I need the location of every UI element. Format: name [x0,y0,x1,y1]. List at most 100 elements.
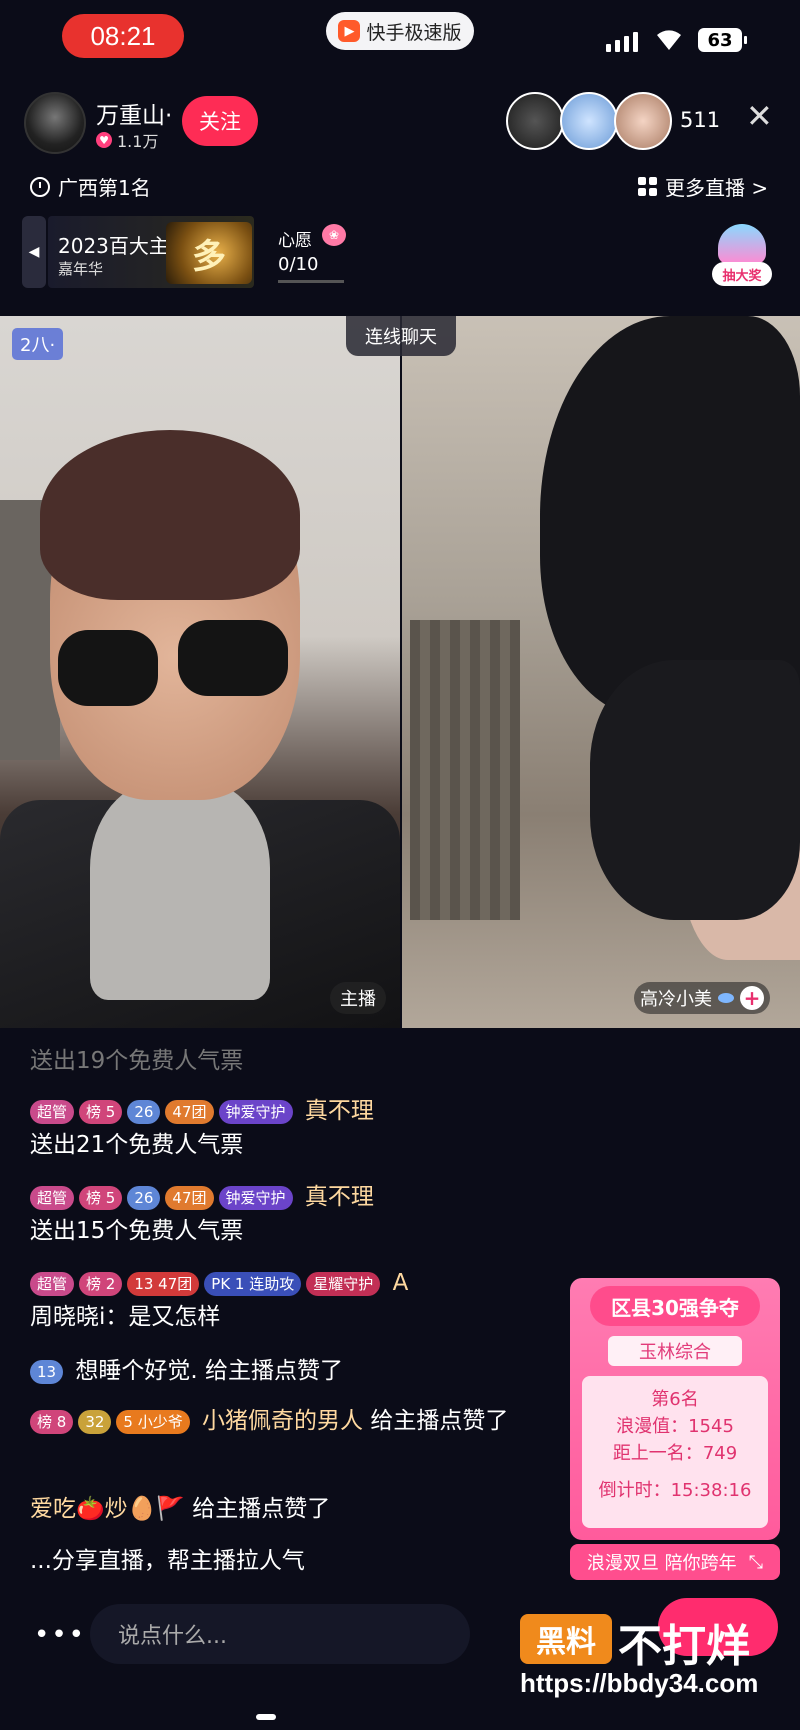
host-likes-count: 1.1万 [117,132,159,151]
level-badge: 26 [127,1099,161,1124]
wish-progress-bar [278,280,344,283]
rank-card-region: 玉林综合 [608,1336,742,1366]
banner-art: 多 [166,222,252,284]
more-live-link[interactable]: 更多直播 > [638,172,768,201]
comment-user[interactable]: 真不理 [305,1098,374,1124]
host-tag: 主播 [330,982,386,1014]
comment-input-placeholder: 说点什么... [118,1624,227,1649]
comment-text: 想睡个好觉. 给主播点赞了 [75,1358,344,1384]
fan-badge: 13 47团 [127,1271,200,1296]
comment-item[interactable]: 爱吃🍅炒🥚🚩 给主播点赞了 [30,1492,530,1526]
rank-card-title: 区县30强争夺 [590,1286,760,1326]
pk-badge: PK 1 连助攻 [204,1271,302,1296]
viewer-count[interactable]: 511 [680,108,720,132]
expand-icon[interactable]: ⤡ [749,1552,763,1573]
countdown-value: 15:38:16 [670,1480,752,1501]
host-likes: ♥ 1.1万 [96,128,158,152]
comment-item[interactable]: 13 想睡个好觉. 给主播点赞了 [30,1354,530,1388]
home-indicator[interactable] [256,1714,276,1720]
video-host-glasses [178,620,288,696]
follow-button[interactable]: 关注 [182,96,258,146]
guard-badge: 星耀守护 [306,1271,381,1296]
guard-badge: 钟爱守护 [218,1099,293,1124]
comment-text: 送出21个免费人气票 [30,1132,244,1158]
comment-user[interactable]: 小猪佩奇的男人 [202,1408,363,1434]
countdown-label: 倒计时： [598,1480,671,1501]
follow-guest-button[interactable]: + [740,986,764,1010]
comment-user[interactable]: 爱吃🍅炒🥚🚩 [30,1496,185,1522]
banner-subtitle: 嘉年华 [58,260,104,278]
app-name-pill: ▶ 快手极速版 [326,12,474,50]
guest-name: 高冷小美 [640,989,712,1010]
watermark-logo: 黑料 [520,1614,612,1664]
level-badge: 13 [30,1359,64,1384]
video-host-hood [90,780,270,1000]
comment-user[interactable]: 真不理 [305,1184,374,1210]
guest-tag[interactable]: 高冷小美 + [634,982,770,1014]
wish-progress[interactable]: 0/10 [278,254,318,275]
lottery-label: 抽大奖 [712,262,772,286]
gap-label: 距上一名： [612,1443,703,1464]
romance-label: 浪漫值： [616,1416,689,1437]
rank-badge: 榜 2 [79,1271,123,1296]
heart-icon: ♥ [96,132,112,148]
grid-icon [638,177,657,196]
comment-item[interactable]: 超管榜 5 26 47团 钟爱守护 真不理 送出21个免费人气票 [30,1094,530,1162]
host-avatar[interactable] [24,92,86,154]
comment-item[interactable]: 超管榜 2 13 47团 PK 1 连助攻 星耀守护 A 周晓晓i：是又怎样 [30,1266,530,1334]
video-host-glasses [58,630,158,706]
link-chat-tab[interactable]: 连线聊天 [346,316,456,356]
level-badge: 26 [127,1185,161,1210]
comment-item[interactable]: 超管榜 5 26 47团 钟爱守护 真不理 送出15个免费人气票 [30,1180,530,1248]
video-host-hair [40,430,300,600]
live-id-badge: 2八· [12,328,64,360]
lottery-button[interactable]: 抽大奖 [712,222,772,286]
viewer-avatar[interactable] [614,92,672,150]
viewer-avatar[interactable] [560,92,618,150]
region-rank[interactable]: 广西第1名 [30,172,151,201]
rank-footer-label: 浪漫双旦 陪你跨年 [586,1553,737,1574]
level-badge: 32 [78,1409,112,1434]
comment-text: 送出19个免费人气票 [30,1048,244,1074]
banner-collapse-button[interactable]: ◀ [22,216,46,288]
admin-badge: 超管 [30,1185,75,1210]
rank-card-footer[interactable]: 浪漫双旦 陪你跨年 ⤡ [570,1544,780,1580]
viewer-avatar[interactable] [506,92,564,150]
wifi-icon [654,26,684,56]
comment-text: 给主播点赞了 [370,1408,509,1434]
fan-badge: 5 小少爷 [116,1409,190,1434]
video-guest-curtain [410,620,520,920]
rank-badge: 榜 5 [79,1099,123,1124]
comment-user[interactable]: A [393,1270,409,1296]
watermark-url: https://bbdy34.com [520,1668,759,1698]
comment-item: ...分享直播，帮主播拉人气 [30,1544,530,1578]
comment-text: ...分享直播，帮主播拉人气 [30,1548,305,1574]
lottery-icon [718,224,766,264]
region-rank-label: 广西第1名 [58,176,151,200]
fan-badge: 47团 [165,1185,214,1210]
romance-value: 1545 [688,1416,734,1437]
guard-badge: 钟爱守护 [218,1185,293,1210]
eye-icon [718,993,734,1003]
gap-value: 749 [702,1443,738,1464]
battery-indicator: 63 [698,28,747,52]
rank-position: 第6名 [651,1389,699,1410]
rank-badge: 榜 8 [30,1409,74,1434]
app-name: 快手极速版 [366,21,462,44]
comment-item[interactable]: 榜 8 32 5 小少爷 小猪佩奇的男人 给主播点赞了 [30,1404,540,1438]
clock-icon [30,176,50,197]
video-guest-figure [540,316,800,716]
host-name[interactable]: 万重山· [96,96,172,130]
comment-item: 送出19个免费人气票 [30,1044,530,1078]
rank-card-body: 第6名 浪漫值：1545 距上一名：749 倒计时：15:38:16 [582,1376,768,1528]
wish-label: 心愿 [278,231,312,251]
more-options-button[interactable]: ••• [34,1620,86,1650]
video-guest-figure [590,660,800,920]
comment-text: 周晓晓i：是又怎样 [30,1304,221,1330]
gift-icon: ❀ [322,224,346,246]
status-time: 08:21 [62,14,184,58]
kuaishou-icon: ▶ [338,20,361,42]
signal-icon [606,32,638,52]
close-icon[interactable]: ✕ [746,100,773,132]
rank-badge: 榜 5 [79,1185,123,1210]
